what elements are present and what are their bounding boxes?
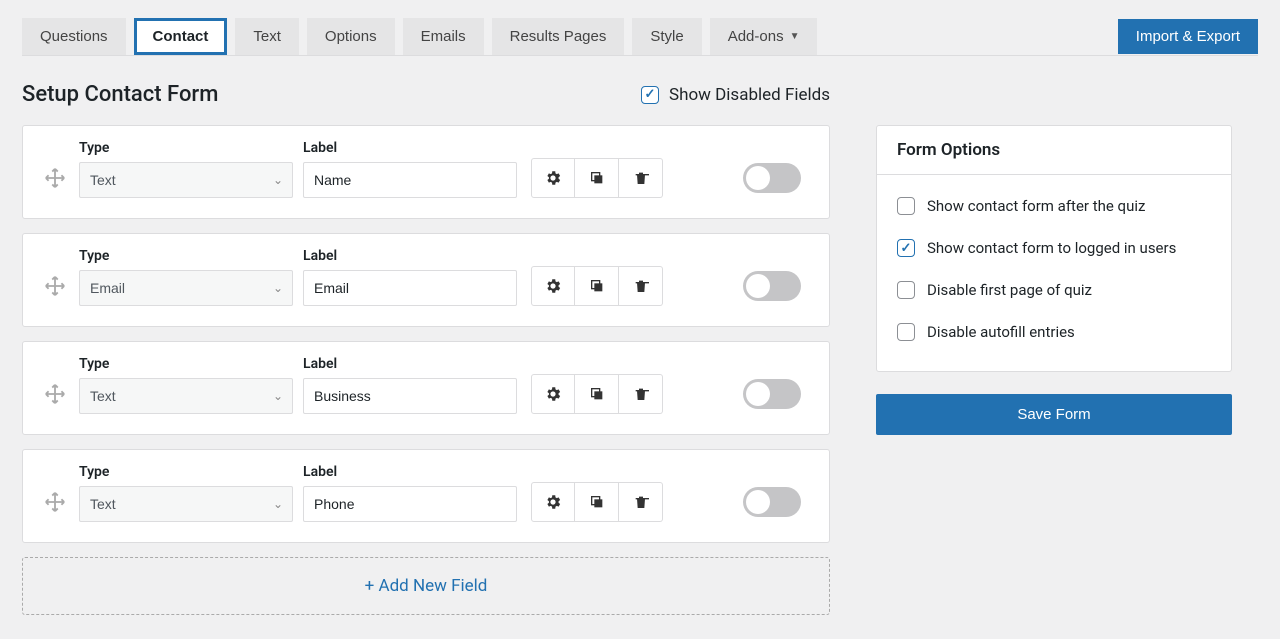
label-input[interactable] <box>303 378 517 414</box>
checkbox-icon: ✓ <box>897 197 915 215</box>
chevron-down-icon: ▼ <box>790 31 800 42</box>
tab-style[interactable]: Style <box>632 18 701 55</box>
field-enable-toggle[interactable] <box>743 379 801 409</box>
save-form-button[interactable]: Save Form <box>876 394 1232 435</box>
trash-icon <box>633 386 649 402</box>
form-options-panel: Form Options ✓ Show contact form after t… <box>876 125 1232 372</box>
field-actions <box>531 140 663 198</box>
field-row: Type ⌄ Label <box>22 125 830 219</box>
option-disable-autofill[interactable]: ✓ Disable autofill entries <box>897 311 1211 353</box>
fields-column: Type ⌄ Label <box>22 125 830 615</box>
page-title: Setup Contact Form <box>22 82 218 107</box>
field-enable-toggle[interactable] <box>743 163 801 193</box>
delete-button[interactable] <box>619 266 663 306</box>
label-header: Label <box>303 464 517 480</box>
duplicate-button[interactable] <box>575 158 619 198</box>
type-select[interactable] <box>79 162 293 198</box>
show-disabled-label: Show Disabled Fields <box>669 85 830 105</box>
form-options-title: Form Options <box>877 126 1231 175</box>
show-disabled-fields-toggle[interactable]: ✓ Show Disabled Fields <box>641 85 830 105</box>
field-enable-toggle[interactable] <box>743 271 801 301</box>
type-select[interactable] <box>79 270 293 306</box>
field-row: Type ⌄ Label <box>22 233 830 327</box>
tab-options[interactable]: Options <box>307 18 395 55</box>
delete-button[interactable] <box>619 158 663 198</box>
option-label: Disable autofill entries <box>927 323 1075 341</box>
option-label: Show contact form after the quiz <box>927 197 1145 215</box>
label-header: Label <box>303 140 517 156</box>
field-actions <box>531 356 663 414</box>
option-label: Disable first page of quiz <box>927 281 1092 299</box>
tab-results-pages[interactable]: Results Pages <box>492 18 625 55</box>
label-input[interactable] <box>303 486 517 522</box>
tabs-row: Questions Contact Text Options Emails Re… <box>22 18 1258 56</box>
drag-handle-icon[interactable] <box>41 257 69 297</box>
label-input[interactable] <box>303 270 517 306</box>
tab-addons[interactable]: Add-ons ▼ <box>710 18 818 55</box>
type-select[interactable] <box>79 378 293 414</box>
import-export-button[interactable]: Import & Export <box>1118 19 1258 54</box>
settings-button[interactable] <box>531 482 575 522</box>
copy-icon <box>589 386 605 402</box>
drag-handle-icon[interactable] <box>41 473 69 513</box>
tab-addons-label: Add-ons <box>728 28 784 45</box>
type-header: Type <box>79 140 293 156</box>
drag-handle-icon[interactable] <box>41 149 69 189</box>
add-new-field-button[interactable]: + Add New Field <box>22 557 830 615</box>
label-header: Label <box>303 356 517 372</box>
delete-button[interactable] <box>619 374 663 414</box>
gear-icon <box>544 277 562 295</box>
checkbox-icon: ✓ <box>641 86 659 104</box>
tab-emails[interactable]: Emails <box>403 18 484 55</box>
copy-icon <box>589 278 605 294</box>
option-label: Show contact form to logged in users <box>927 239 1176 257</box>
trash-icon <box>633 494 649 510</box>
option-disable-first-page[interactable]: ✓ Disable first page of quiz <box>897 269 1211 311</box>
tabs: Questions Contact Text Options Emails Re… <box>22 18 817 55</box>
tab-text[interactable]: Text <box>235 18 299 55</box>
option-show-logged-in[interactable]: ✓ Show contact form to logged in users <box>897 227 1211 269</box>
checkbox-icon: ✓ <box>897 323 915 341</box>
tab-questions[interactable]: Questions <box>22 18 126 55</box>
gear-icon <box>544 169 562 187</box>
settings-button[interactable] <box>531 374 575 414</box>
checkbox-icon: ✓ <box>897 239 915 257</box>
type-header: Type <box>79 356 293 372</box>
trash-icon <box>633 170 649 186</box>
delete-button[interactable] <box>619 482 663 522</box>
copy-icon <box>589 494 605 510</box>
gear-icon <box>544 385 562 403</box>
label-header: Label <box>303 248 517 264</box>
gear-icon <box>544 493 562 511</box>
duplicate-button[interactable] <box>575 374 619 414</box>
sidebar: Form Options ✓ Show contact form after t… <box>876 125 1232 435</box>
tab-contact[interactable]: Contact <box>134 18 228 55</box>
field-actions <box>531 464 663 522</box>
option-show-after-quiz[interactable]: ✓ Show contact form after the quiz <box>897 185 1211 227</box>
field-row: Type ⌄ Label <box>22 341 830 435</box>
duplicate-button[interactable] <box>575 266 619 306</box>
field-row: Type ⌄ Label <box>22 449 830 543</box>
label-input[interactable] <box>303 162 517 198</box>
type-header: Type <box>79 248 293 264</box>
type-header: Type <box>79 464 293 480</box>
top-section: Setup Contact Form ✓ Show Disabled Field… <box>22 56 830 125</box>
checkbox-icon: ✓ <box>897 281 915 299</box>
settings-button[interactable] <box>531 158 575 198</box>
trash-icon <box>633 278 649 294</box>
drag-handle-icon[interactable] <box>41 365 69 405</box>
copy-icon <box>589 170 605 186</box>
settings-button[interactable] <box>531 266 575 306</box>
field-actions <box>531 248 663 306</box>
duplicate-button[interactable] <box>575 482 619 522</box>
field-enable-toggle[interactable] <box>743 487 801 517</box>
type-select[interactable] <box>79 486 293 522</box>
